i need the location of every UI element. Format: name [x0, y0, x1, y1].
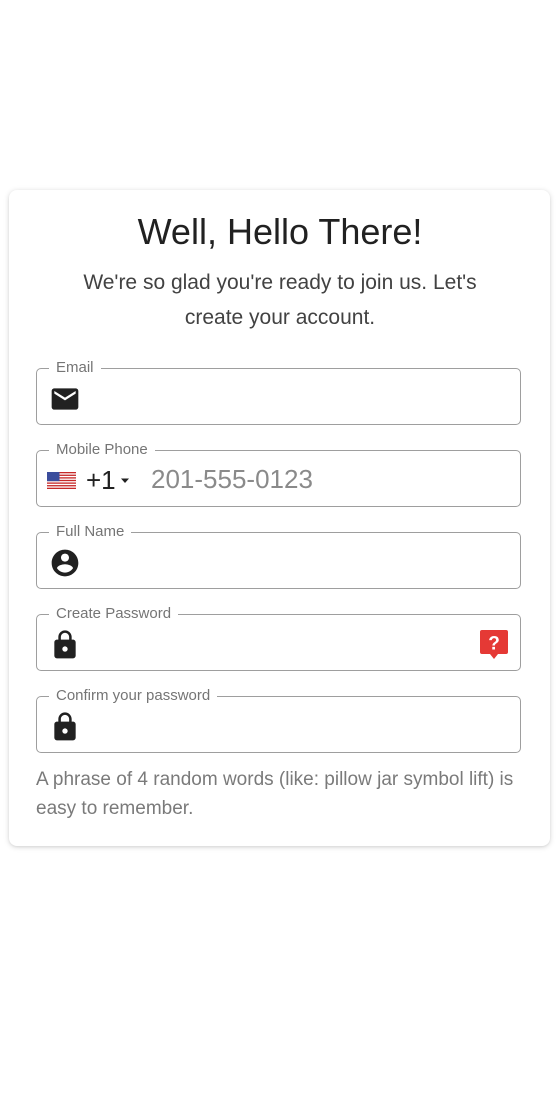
lock-icon: [49, 711, 81, 743]
page-subtitle: We're so glad you're ready to join us. L…: [83, 271, 477, 329]
account-circle-icon: [49, 547, 81, 579]
country-code-selector[interactable]: +1: [47, 461, 137, 499]
full-name-field[interactable]: Full Name: [36, 522, 521, 589]
mobile-phone-label: Mobile Phone: [49, 440, 155, 460]
caret-down-icon: [120, 478, 129, 483]
confirm-password-field[interactable]: Confirm your password: [36, 686, 521, 753]
svg-text:?: ?: [488, 634, 500, 655]
mail-icon: [49, 383, 81, 415]
create-password-field[interactable]: Create Password ?: [36, 604, 521, 671]
help-icon[interactable]: ?: [479, 629, 509, 661]
email-field[interactable]: Email: [36, 358, 521, 425]
confirm-password-label: Confirm your password: [49, 686, 218, 706]
email-label: Email: [49, 358, 101, 378]
us-flag-icon: [47, 471, 76, 489]
full-name-label: Full Name: [49, 522, 132, 542]
dial-code: +1: [86, 465, 116, 495]
mobile-phone-field[interactable]: Mobile Phone +1: [36, 440, 521, 507]
mobile-phone-input[interactable]: [151, 459, 506, 499]
page-title: Well, Hello There!: [137, 211, 423, 252]
lock-icon: [49, 629, 81, 661]
create-password-label: Create Password: [49, 604, 179, 624]
full-name-input[interactable]: [93, 541, 468, 581]
password-hint: A phrase of 4 random words (like: pillow…: [36, 769, 514, 819]
create-password-input[interactable]: [93, 623, 468, 663]
confirm-password-input[interactable]: [93, 705, 468, 745]
email-input[interactable]: [93, 377, 468, 417]
